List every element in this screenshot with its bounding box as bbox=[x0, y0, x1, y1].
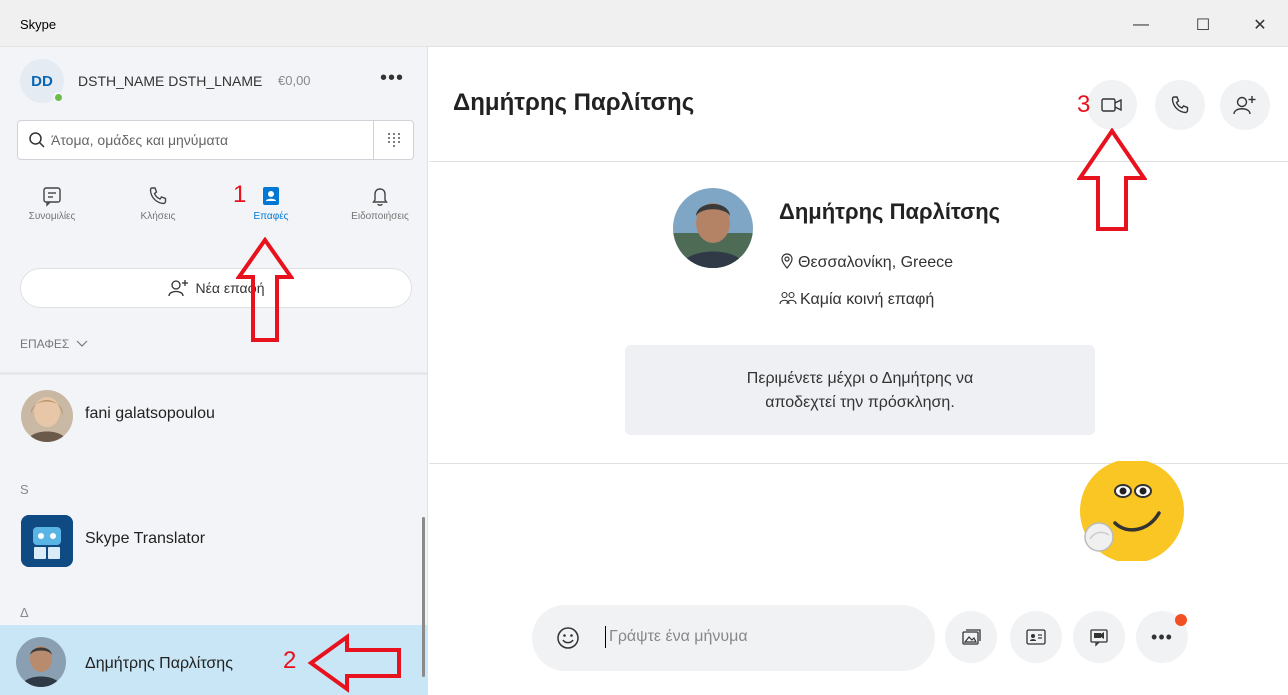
contact-item-skype-translator[interactable]: Skype Translator bbox=[0, 501, 427, 581]
search-icon bbox=[29, 132, 45, 148]
annotation-number-3: 3 bbox=[1077, 91, 1091, 118]
people-icon bbox=[779, 291, 797, 305]
contact-name: Skype Translator bbox=[85, 530, 206, 547]
avatar bbox=[21, 515, 73, 567]
phone-icon bbox=[149, 187, 167, 205]
add-person-icon bbox=[167, 280, 188, 297]
send-image-button[interactable] bbox=[945, 611, 997, 663]
chevron-down-icon bbox=[76, 340, 88, 347]
video-message-button[interactable] bbox=[1073, 611, 1125, 663]
message-composer[interactable]: Γράψτε ένα μήνυμα bbox=[532, 605, 935, 671]
send-contact-button[interactable] bbox=[1010, 611, 1062, 663]
annotation-number-1: 1 bbox=[233, 181, 247, 208]
smiley-emoticon-icon bbox=[1080, 459, 1184, 563]
profile-name: DSTH_NAME DSTH_LNAME bbox=[78, 73, 263, 89]
contacts-section-header[interactable]: ΕΠΑΦΕΣ bbox=[20, 337, 88, 351]
dialpad-button[interactable] bbox=[373, 121, 413, 159]
phone-icon bbox=[1171, 96, 1189, 114]
maximize-button[interactable]: ☐ bbox=[1188, 12, 1218, 38]
bell-icon bbox=[372, 188, 388, 206]
chat-icon bbox=[43, 187, 61, 207]
letter-divider: S bbox=[20, 482, 29, 497]
divider bbox=[429, 161, 1288, 162]
skype-credit[interactable]: €0,00 bbox=[278, 73, 311, 88]
notification-badge bbox=[1175, 614, 1187, 626]
contact-card-icon bbox=[1026, 629, 1046, 645]
wave-emoticon[interactable] bbox=[1077, 459, 1187, 566]
mutual-contacts-text: Καμία κοινή επαφή bbox=[800, 291, 935, 308]
chat-panel: Δημήτρης Παρλίτσης Δημήτρης Παρλίτσης Θε… bbox=[429, 47, 1288, 695]
close-button[interactable]: ✕ bbox=[1245, 12, 1275, 38]
invite-line-1: Περιμένετε μέχρι ο Δημήτρης να bbox=[746, 370, 974, 387]
app-title: Skype bbox=[20, 17, 57, 32]
profile-card-name: Δημήτρης Παρλίτσης bbox=[779, 199, 1001, 224]
message-input[interactable]: Γράψτε ένα μήνυμα bbox=[609, 628, 748, 646]
audio-call-button[interactable] bbox=[1155, 80, 1205, 130]
minimize-button[interactable]: — bbox=[1126, 12, 1156, 38]
location-text: Θεσσαλονίκη, Greece bbox=[798, 254, 954, 271]
tab-notifications[interactable]: Ειδοποιήσεις bbox=[330, 177, 427, 237]
annotation-arrow-up-1 bbox=[236, 237, 294, 342]
profile-header[interactable]: DD DSTH_NAME DSTH_LNAME €0,00 ••• bbox=[20, 59, 420, 109]
add-person-icon bbox=[1233, 96, 1256, 115]
divider bbox=[0, 372, 427, 375]
search-box[interactable]: Άτομα, ομάδες και μηνύματα bbox=[17, 120, 414, 160]
emoji-icon[interactable] bbox=[556, 626, 580, 650]
invite-pending-message: Περιμένετε μέχρι ο Δημήτρης να αποδεχτεί… bbox=[625, 345, 1095, 435]
add-people-button[interactable] bbox=[1220, 80, 1270, 130]
tab-calls[interactable]: Κλήσεις bbox=[108, 177, 208, 237]
tab-contacts-label: Επαφές bbox=[253, 211, 289, 222]
translator-bot-icon bbox=[21, 515, 73, 567]
annotation-arrow-up-3 bbox=[1077, 128, 1147, 231]
annotation-number-2: 2 bbox=[283, 647, 297, 674]
video-call-button[interactable] bbox=[1087, 80, 1137, 130]
image-icon bbox=[962, 629, 981, 645]
chat-title[interactable]: Δημήτρης Παρλίτσης bbox=[453, 89, 694, 117]
title-bar: Skype — ☐ ✕ bbox=[0, 0, 1288, 47]
new-contact-button[interactable]: Νέα επαφή bbox=[20, 268, 412, 308]
contact-name: Δημήτρης Παρλίτσης bbox=[85, 655, 233, 672]
avatar bbox=[16, 637, 66, 687]
tab-chats-label: Συνομιλίες bbox=[28, 211, 76, 222]
contact-item-fani[interactable]: fani galatsopoulou bbox=[0, 376, 427, 456]
location-pin-icon bbox=[781, 253, 793, 269]
tab-chats[interactable]: Συνομιλίες bbox=[2, 177, 102, 237]
more-options-button[interactable]: ••• bbox=[380, 67, 404, 90]
tab-calls-label: Κλήσεις bbox=[140, 211, 176, 222]
avatar bbox=[21, 390, 73, 442]
text-cursor bbox=[605, 626, 606, 648]
dialpad-icon bbox=[387, 133, 400, 147]
mutual-contacts: Καμία κοινή επαφή bbox=[779, 290, 934, 309]
contacts-icon bbox=[263, 187, 279, 205]
profile-location: Θεσσαλονίκη, Greece bbox=[779, 253, 953, 272]
letter-divider: Δ bbox=[20, 605, 29, 620]
search-input[interactable]: Άτομα, ομάδες και μηνύματα bbox=[51, 132, 228, 148]
contacts-section-label: ΕΠΑΦΕΣ bbox=[20, 337, 70, 351]
contact-profile-photo[interactable] bbox=[673, 188, 753, 268]
video-message-icon bbox=[1090, 629, 1108, 647]
more-options-icon: ••• bbox=[1151, 626, 1173, 647]
video-camera-icon bbox=[1101, 98, 1122, 112]
tab-notifications-label: Ειδοποιήσεις bbox=[351, 211, 409, 222]
annotation-arrow-left-2 bbox=[307, 633, 401, 693]
scrollbar[interactable] bbox=[422, 517, 425, 677]
nav-tabs: Συνομιλίες Κλήσεις Επαφές Ειδοποιήσεις bbox=[0, 177, 427, 237]
online-status-dot bbox=[53, 92, 64, 103]
sidebar: DD DSTH_NAME DSTH_LNAME €0,00 ••• Άτομα,… bbox=[0, 47, 428, 695]
contact-name: fani galatsopoulou bbox=[85, 405, 215, 422]
invite-line-2: αποδεχτεί την πρόσκληση. bbox=[765, 394, 955, 411]
